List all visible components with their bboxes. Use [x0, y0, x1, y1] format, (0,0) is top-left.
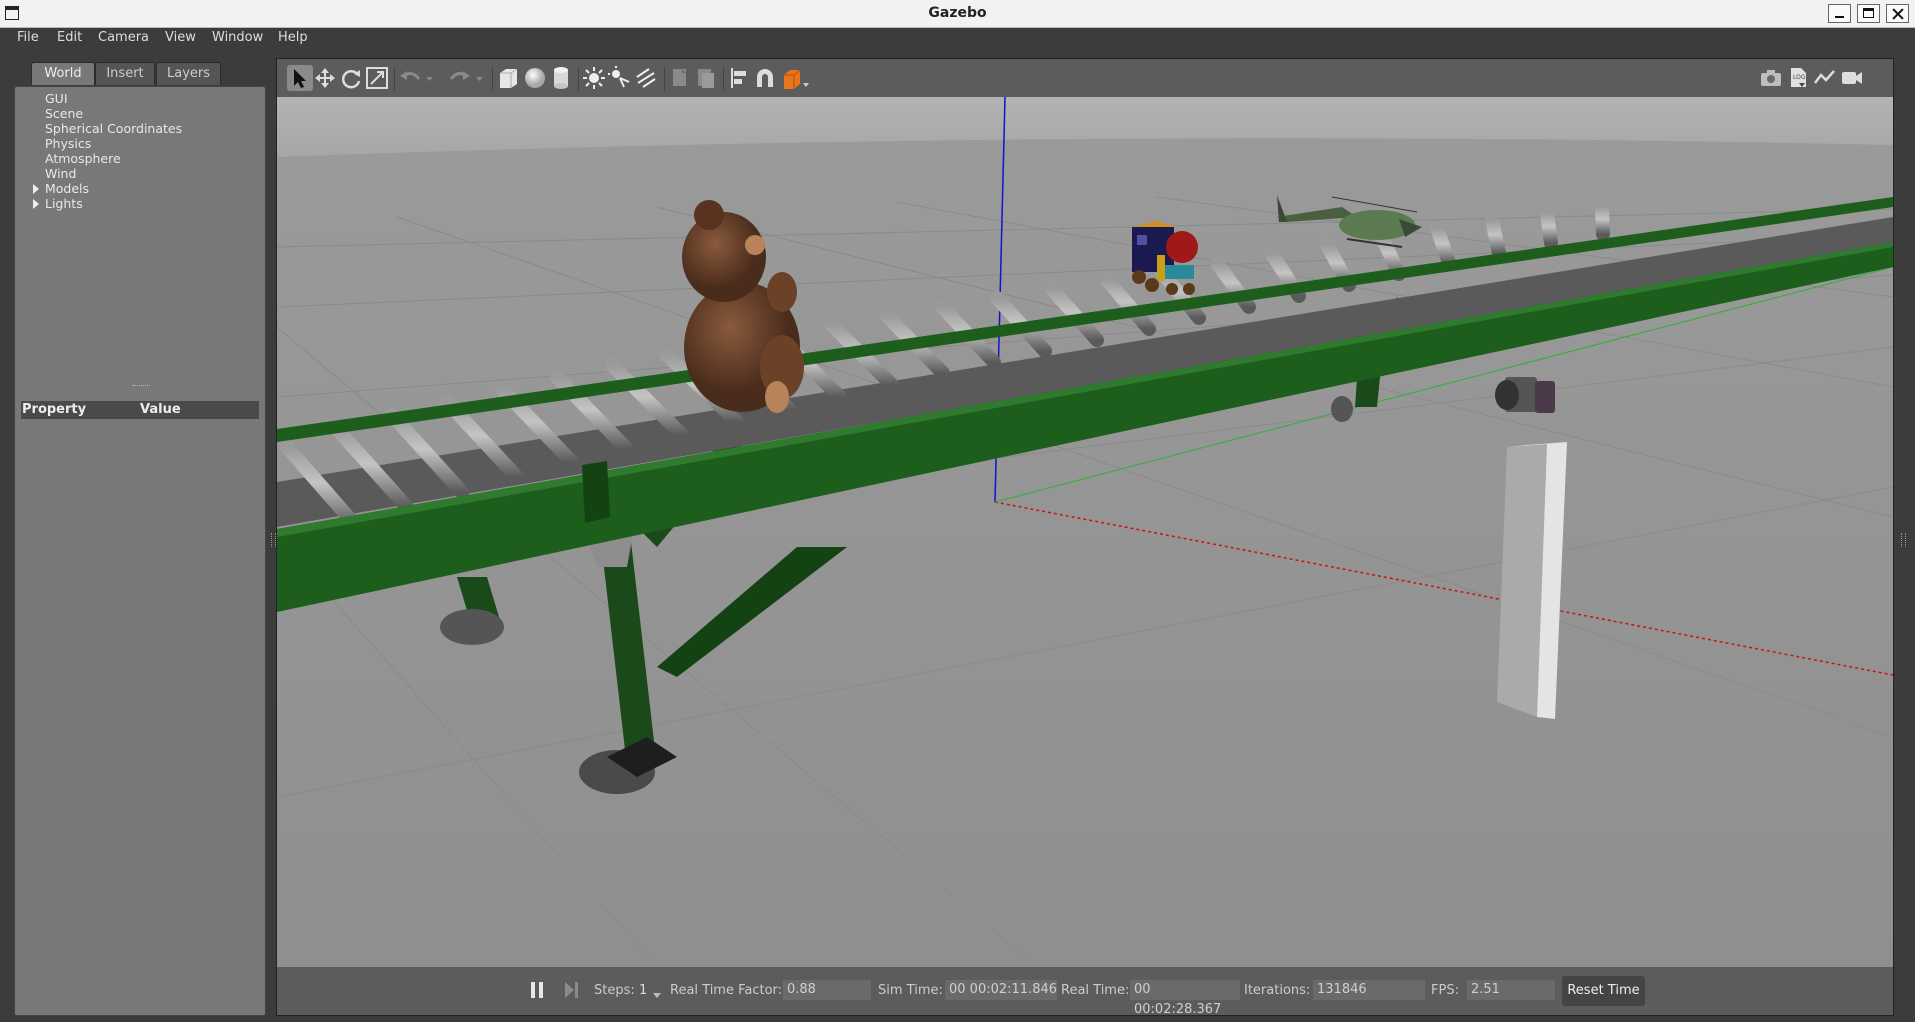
undo-dropdown-icon[interactable] [423, 65, 437, 91]
right-panel-collapse-handle[interactable] [1901, 533, 1906, 547]
menu-window[interactable]: Window [212, 30, 263, 45]
svg-text:LOG: LOG [1793, 74, 1806, 81]
tree-item-label: GUI [45, 91, 68, 106]
real-time-label: Real Time: [1061, 983, 1130, 998]
tree-item-label: Scene [45, 106, 84, 121]
sim-time-label: Sim Time: [878, 983, 943, 998]
redo-dropdown-icon[interactable] [473, 65, 487, 91]
tab-world[interactable]: World [31, 62, 95, 85]
tree-item-label: Atmosphere [45, 151, 121, 166]
property-table-header: Property Value [21, 401, 259, 419]
menu-help[interactable]: Help [278, 30, 308, 45]
undo-icon[interactable] [397, 65, 423, 91]
log-icon[interactable]: LOG [1785, 65, 1811, 91]
tree-item-atmosphere[interactable]: Atmosphere [15, 151, 265, 166]
expand-arrow-icon[interactable] [33, 199, 39, 209]
toolbar-separator [394, 67, 395, 91]
fps-value: 2.51 [1467, 980, 1555, 1000]
tree-item-lights[interactable]: Lights [15, 196, 265, 211]
tree-item-models[interactable]: Models [15, 181, 265, 196]
tree-item-label: Models [45, 181, 90, 196]
plot-icon[interactable] [1812, 65, 1838, 91]
maximize-button[interactable] [1857, 4, 1880, 23]
tree-item-spherical-coordinates[interactable]: Spherical Coordinates [15, 121, 265, 136]
world-panel: GUI Scene Spherical Coordinates Physics … [14, 86, 266, 1016]
left-panel: World Insert Layers GUI Scene Spherical … [14, 58, 266, 1016]
toolbar-separator [578, 67, 579, 91]
world-tree: GUI Scene Spherical Coordinates Physics … [15, 91, 265, 211]
toolbar-separator [723, 67, 724, 91]
3d-viewport[interactable] [277, 97, 1893, 967]
point-light-icon[interactable] [581, 65, 607, 91]
tree-item-physics[interactable]: Physics [15, 136, 265, 151]
tree-item-scene[interactable]: Scene [15, 106, 265, 121]
steps-spinbox[interactable]: 1 [639, 983, 647, 998]
paste-icon[interactable] [693, 65, 719, 91]
translate-icon[interactable] [312, 65, 338, 91]
screenshot-camera-icon[interactable] [1758, 65, 1784, 91]
video-record-icon[interactable] [1839, 65, 1865, 91]
close-button[interactable] [1886, 4, 1909, 23]
panel-splitter-handle[interactable] [132, 385, 150, 388]
tree-item-label: Physics [45, 136, 92, 151]
menu-bar: File Edit Camera View Window Help [0, 28, 1915, 50]
property-column-header[interactable]: Property [22, 402, 86, 417]
real-time-value: 00 00:02:28.367 [1130, 980, 1240, 1017]
scale-icon[interactable] [364, 65, 390, 91]
tab-insert[interactable]: Insert [95, 62, 155, 85]
expand-arrow-icon[interactable] [33, 184, 39, 194]
simulation-control-bar: Steps: 1 Real Time Factor: 0.88 Sim Time… [277, 967, 1893, 1017]
tree-item-label: Spherical Coordinates [45, 121, 183, 136]
rail-joint-plate [582, 461, 610, 523]
tree-item-gui[interactable]: GUI [15, 91, 265, 106]
box-shape-icon[interactable] [495, 65, 521, 91]
select-arrow-icon[interactable] [287, 65, 313, 91]
viewport-toolbar: LOG [277, 59, 1893, 97]
iterations-label: Iterations: [1244, 983, 1311, 998]
sphere-shape-icon[interactable] [522, 65, 548, 91]
sim-time-value: 00 00:02:11.846 [945, 980, 1057, 1000]
left-panel-collapse-handle[interactable] [271, 533, 276, 547]
fps-label: FPS: [1431, 983, 1459, 998]
toolbar-separator [664, 67, 665, 91]
value-column-header[interactable]: Value [140, 402, 181, 417]
tree-item-wind[interactable]: Wind [15, 166, 265, 181]
menu-view[interactable]: View [165, 30, 196, 45]
real-time-factor-value: 0.88 [783, 980, 871, 1000]
redo-icon[interactable] [447, 65, 473, 91]
view-angle-icon[interactable] [780, 65, 812, 91]
pause-icon[interactable] [529, 981, 545, 999]
window-title: Gazebo [928, 5, 987, 21]
tree-item-label: Wind [45, 166, 77, 181]
menu-edit[interactable]: Edit [57, 30, 82, 45]
real-time-factor-label: Real Time Factor: [670, 983, 783, 998]
cylinder-shape-icon[interactable] [548, 65, 574, 91]
tab-layers[interactable]: Layers [156, 62, 221, 85]
align-icon[interactable] [726, 65, 752, 91]
scene-render [277, 97, 1893, 967]
steps-label: Steps: [594, 983, 635, 998]
steps-spin-arrow-icon[interactable] [652, 989, 662, 1004]
rotate-icon[interactable] [338, 65, 364, 91]
step-icon[interactable] [563, 981, 579, 999]
window-titlebar: Gazebo [0, 0, 1915, 28]
tree-item-label: Lights [45, 196, 83, 211]
snap-magnet-icon[interactable] [752, 65, 778, 91]
iterations-value: 131846 [1313, 980, 1425, 1000]
menu-file[interactable]: File [17, 30, 39, 45]
minimize-button[interactable] [1828, 4, 1851, 23]
spot-light-icon[interactable] [607, 65, 633, 91]
copy-icon[interactable] [667, 65, 693, 91]
toolbar-separator [492, 67, 493, 91]
reset-time-button[interactable]: Reset Time [1562, 976, 1645, 1006]
menu-camera[interactable]: Camera [98, 30, 149, 45]
directional-light-icon[interactable] [633, 65, 659, 91]
